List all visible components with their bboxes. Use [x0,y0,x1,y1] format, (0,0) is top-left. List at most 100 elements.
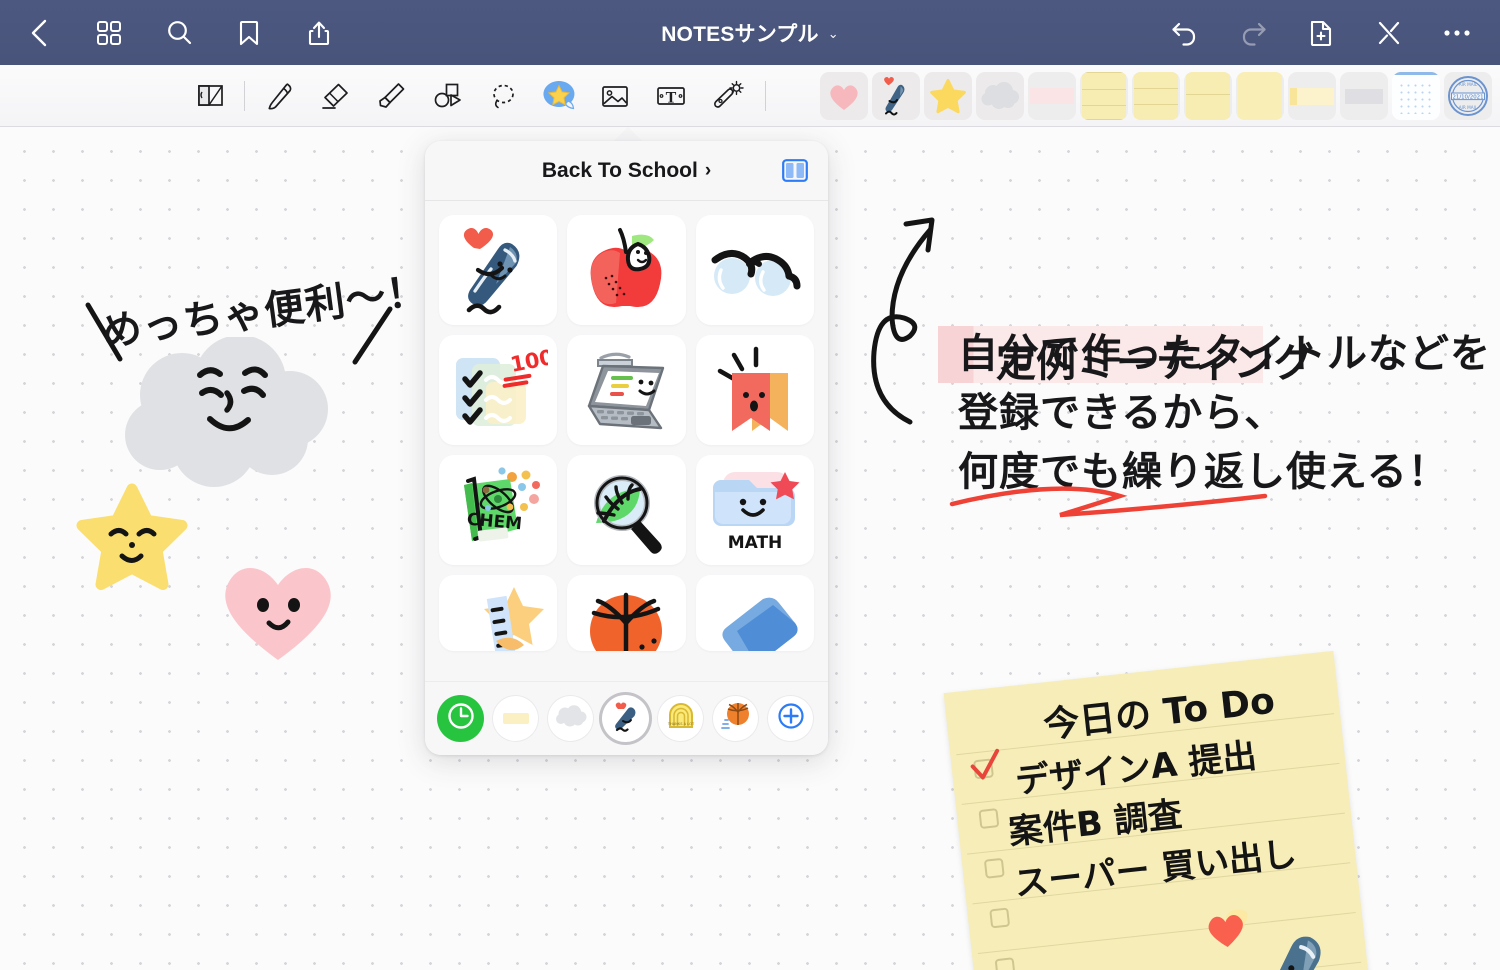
swatch-date-stamp[interactable]: 21/10/2021 AIR MAIL AIR MAIL [1444,72,1492,120]
swatch-cloud-gray[interactable] [976,72,1024,120]
close-pen-button[interactable] [1368,12,1410,54]
shapes-tool[interactable] [419,71,475,121]
page-flip-icon [195,81,226,110]
pen-icon [262,79,296,113]
clock-icon [446,701,476,736]
swatch-note-yellow-1[interactable] [1080,72,1128,120]
swatch-tape-gray[interactable] [1340,72,1388,120]
swatch-note-yellow-3[interactable] [1184,72,1232,120]
placed-cloud-face-sticker[interactable] [122,335,337,502]
document-title-button[interactable]: NOTESサンプル ⌄ [661,18,839,48]
page-view-tool[interactable] [182,71,238,121]
plus-circle-icon [776,701,806,736]
sticker-tool[interactable] [531,71,587,121]
curly-arrow-up-annotation [871,217,935,425]
todo-checkbox-2[interactable] [978,808,1000,830]
sticker-pack-button[interactable]: Back To School › [542,159,711,183]
topbar-left-group [0,12,340,54]
ellipsis-icon [1443,28,1471,38]
text-box-icon: T [653,79,689,113]
red-underline-annotation [949,486,1268,518]
swatch-heart-pink[interactable] [820,72,868,120]
split-view-icon [782,159,808,186]
sticker-apple-worm[interactable] [567,215,686,325]
tab-recents[interactable] [437,695,484,742]
sticker-eraser-blue[interactable] [695,575,814,651]
sticker-grid: 100 CHEM MATH [425,201,828,681]
swatch-grid-sheet[interactable] [1392,72,1440,120]
pen-tool[interactable] [251,71,307,121]
undo-button[interactable] [1164,12,1206,54]
undo-icon [1171,20,1199,46]
tab-back-to-school[interactable] [602,695,649,742]
eraser-tool[interactable] [307,71,363,121]
tab-cloud[interactable] [547,695,594,742]
search-icon [166,19,193,46]
placed-heart-face-sticker[interactable] [215,547,341,670]
todo-note-sticker[interactable]: 今日の To Do デザインA 提出 案件B 調査 スーパー 買い出し [943,650,1373,970]
annotation-body-line-3: 何度でも繰り返し使える！ [958,449,1449,495]
tab-sports[interactable] [712,695,759,742]
sticker-glasses[interactable] [695,215,814,325]
tape-icon [502,713,529,724]
pen-close-icon [1376,20,1402,46]
page-title: NOTESサンプル [661,22,819,46]
swatch-tape-cream[interactable] [1288,72,1336,120]
swatch-pen-heart[interactable] [872,72,920,120]
todo-checkbox-4[interactable] [989,907,1011,929]
todo-checkbox-5[interactable] [994,957,1016,970]
bookmark-icon [238,19,260,47]
note-canvas[interactable]: めっちゃ便利〜！ 定例ミーティング 自分で作ったタイトルなどを 登録できるから、… [0,127,1500,970]
recent-stickers-bar: 21/10/2021 AIR MAIL AIR MAIL [820,71,1492,121]
swatch-note-yellow-4[interactable] [1236,72,1284,120]
lasso-icon [486,79,520,113]
sticker-ruler-star[interactable] [439,575,558,651]
sticker-pack-tabs: THANKS A LOT [425,681,828,755]
sticker-pack-header: Back To School › [425,141,828,201]
bookmark-button[interactable] [228,12,270,54]
sticker-popover: Back To School › 100 CHEM MATH THANKS A … [425,141,828,755]
lasso-tool[interactable] [475,71,531,121]
back-button[interactable] [18,12,60,54]
tab-tape[interactable] [492,695,539,742]
chevron-down-icon[interactable]: ⌄ [828,26,839,42]
sticker-hundred-label: 100 [509,345,549,377]
placed-star-face-sticker[interactable] [74,482,190,597]
add-page-button[interactable] [1300,12,1342,54]
share-button[interactable] [298,12,340,54]
swatch-note-yellow-2[interactable] [1132,72,1180,120]
search-button[interactable] [158,12,200,54]
todo-note-title: 今日の To Do [1041,680,1277,747]
magic-tool[interactable] [699,71,755,121]
annotation-body-line-2: 登録できるから、 [958,390,1286,436]
sticker-checklist-100[interactable]: 100 [439,335,558,445]
shapes-icon [430,79,464,113]
image-tool[interactable] [587,71,643,121]
pen-icon [609,699,643,738]
sticker-basketball[interactable] [567,575,686,651]
badge-label: THANKS A LOT [666,722,694,726]
more-button[interactable] [1436,12,1478,54]
tab-badges[interactable]: THANKS A LOT [657,695,704,742]
sticker-chem-book[interactable]: CHEM [439,455,558,565]
sticker-laptop[interactable] [567,335,686,445]
image-icon [598,79,632,113]
highlighter-tool[interactable] [363,71,419,121]
sticker-bookmark[interactable] [695,335,814,445]
split-view-button[interactable] [782,159,808,182]
sticker-math-folder[interactable]: MATH [695,455,814,565]
drawing-toolbar: T 21/10/2021 AIR MAIL AIR MAIL [0,65,1500,127]
page-plus-icon [1309,19,1333,47]
text-tool[interactable]: T [643,71,699,121]
sticker-leaf-magnifier[interactable] [567,455,686,565]
redo-button[interactable] [1232,12,1274,54]
tab-add-pack[interactable] [767,695,814,742]
sticker-pen-heart[interactable] [439,215,558,325]
todo-checkbox-3[interactable] [983,857,1005,879]
grid-icon [96,20,122,46]
pages-button[interactable] [88,12,130,54]
eraser-icon [318,79,352,113]
sticker-star-icon [539,77,579,115]
swatch-tape-pink[interactable] [1028,72,1076,120]
swatch-star-yellow[interactable] [924,72,972,120]
